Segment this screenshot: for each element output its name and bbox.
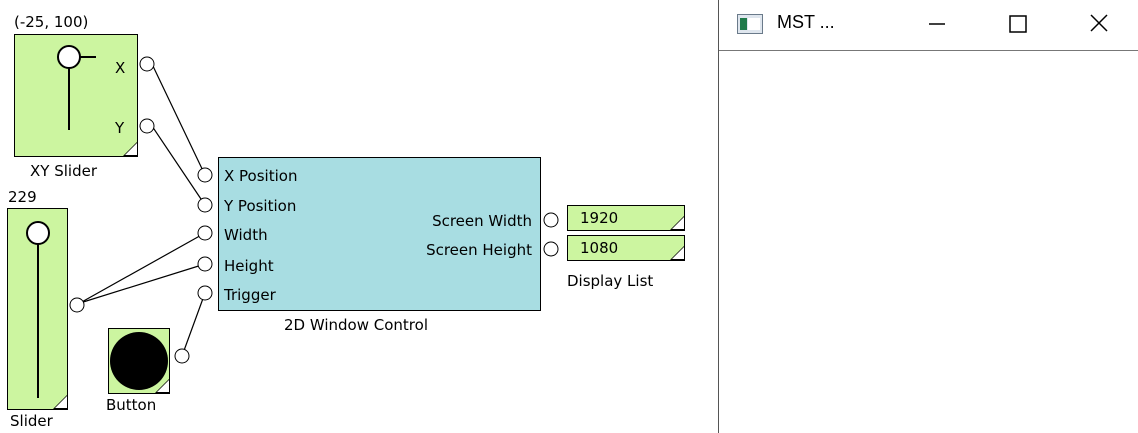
display-item-corner — [670, 246, 684, 260]
output-screen-width: Screen Width — [432, 212, 532, 230]
xy-slider-block[interactable]: X Y — [14, 34, 138, 157]
xy-slider-resize-handle[interactable] — [123, 142, 137, 156]
input-y-position: Y Position — [224, 197, 297, 215]
slider-resize-handle[interactable] — [53, 395, 67, 409]
window-client-area[interactable] — [719, 51, 1138, 433]
slider-readout: 229 — [8, 188, 37, 206]
port-screen-height — [543, 241, 559, 257]
xy-slider-readout: (-25, 100) — [14, 13, 89, 31]
wire-slider-to-width — [79, 232, 206, 304]
display-list-item[interactable]: 1080 — [567, 235, 685, 261]
xy-slider-x-label: X — [115, 59, 126, 77]
maximize-icon — [1009, 15, 1027, 33]
output-screen-height: Screen Height — [426, 241, 532, 259]
xy-slider-x-port — [139, 56, 155, 72]
slider-name: Slider — [10, 412, 53, 430]
slider-output-port — [69, 297, 85, 313]
button-block[interactable] — [108, 328, 170, 394]
xy-slider-handle-icon[interactable] — [14, 34, 138, 157]
slider-block[interactable] — [7, 208, 68, 410]
display-list-name: Display List — [567, 272, 654, 290]
port-screen-width — [543, 212, 559, 228]
window-control-block[interactable]: X Position Y Position Width Height Trigg… — [218, 157, 541, 311]
input-x-position: X Position — [224, 167, 298, 185]
close-button[interactable] — [1069, 0, 1129, 50]
xy-slider-y-label: Y — [115, 119, 125, 137]
button-output-port — [174, 348, 190, 364]
display-item-corner — [670, 216, 684, 230]
window-control-name: 2D Window Control — [284, 316, 428, 334]
button-name: Button — [106, 396, 157, 414]
button-resize-handle[interactable] — [155, 379, 169, 393]
port-trigger — [197, 285, 213, 301]
input-width: Width — [224, 226, 268, 244]
maximize-button[interactable] — [987, 0, 1047, 50]
xy-slider-name: XY Slider — [30, 162, 97, 180]
wire-slider-to-height — [79, 263, 206, 304]
wire-y-to-yposition — [151, 125, 206, 206]
slider-handle-icon[interactable] — [7, 208, 68, 410]
window-title: MST ... — [777, 12, 835, 32]
wire-button-to-trigger — [181, 292, 206, 357]
wire-x-to-xposition — [151, 63, 206, 176]
display-list-item[interactable]: 1920 — [567, 205, 685, 231]
input-height: Height — [224, 257, 274, 275]
close-icon — [1090, 14, 1108, 32]
window-titlebar[interactable]: MST ... — [719, 0, 1138, 51]
port-y-position — [197, 197, 213, 213]
output-window[interactable]: MST ... — [718, 0, 1138, 433]
display-value-height: 1080 — [580, 239, 619, 257]
app-window-icon — [737, 14, 763, 34]
minimize-icon — [929, 23, 945, 25]
port-height — [197, 256, 213, 272]
input-trigger: Trigger — [224, 286, 276, 304]
minimize-button[interactable] — [907, 0, 967, 50]
xy-slider-y-port — [139, 118, 155, 134]
port-width — [197, 225, 213, 241]
display-value-width: 1920 — [580, 209, 619, 227]
port-x-position — [197, 167, 213, 183]
